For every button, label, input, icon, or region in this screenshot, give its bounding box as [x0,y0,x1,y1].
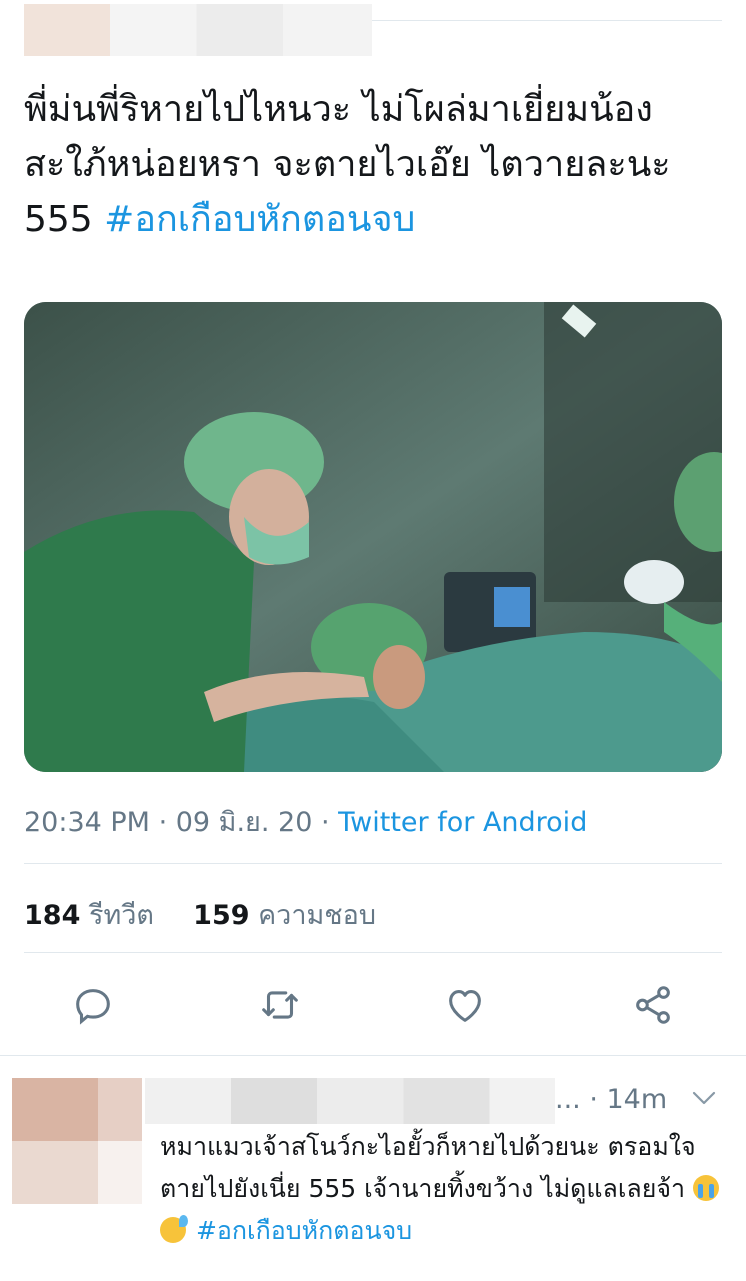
likes-count: 159 [193,900,250,931]
reply-body: หมาแมวเจ้าสโนว์กะไอยั้วก็หายไปด้วยนะ ตรอ… [160,1132,696,1203]
loudly-crying-face-icon [693,1175,719,1201]
grinning-face-with-sweat-icon [160,1215,188,1243]
retweets-count: 184 [24,900,81,931]
like-button[interactable] [442,982,488,1028]
meta-separator: · [312,807,339,838]
reply-header-meta: ... · 14m [555,1084,667,1115]
chevron-down-icon[interactable] [690,1088,718,1108]
like-icon [449,990,481,1022]
header-divider [372,20,722,21]
tweet-stats: 184 รีทวีต 159 ความชอบ [24,893,376,936]
reply-handle-ellipsis: ... [555,1084,581,1115]
share-button[interactable] [630,982,676,1028]
retweets-label: รีทวีต [88,900,154,931]
reply-redacted-avatar[interactable] [12,1078,142,1204]
tweet-meta: 20:34 PM · 09 มิ.ย. 20 · Twitter for And… [24,800,587,843]
stats-divider [24,952,722,953]
tweet-date: 09 มิ.ย. 20 [175,807,313,838]
meta-divider [24,863,722,864]
reply-hashtag-link[interactable]: #อกเกือบหักตอนจบ [196,1216,412,1245]
likes-label: ความชอบ [258,900,376,931]
photo-scene [24,302,722,772]
retweet-button[interactable] [257,982,303,1028]
retweet-icon [262,991,298,1019]
reply-tweet[interactable]: ... · 14m หมาแมวเจ้าสโนว์กะไอยั้วก็หายไป… [0,1055,746,1281]
share-icon [636,986,670,1024]
tweet-actions [0,982,746,1032]
tweet-source-link[interactable]: Twitter for Android [338,807,587,838]
reply-redacted-name[interactable] [145,1078,555,1124]
likes-stat[interactable]: 159 ความชอบ [193,900,376,931]
retweets-stat[interactable]: 184 รีทวีต [24,900,154,931]
reply-button[interactable] [70,982,116,1028]
reply-icon [76,989,110,1025]
tweet-hashtag-link[interactable]: #อกเกือบหักตอนจบ [104,199,415,240]
tweet-time: 20:34 PM [24,807,150,838]
redacted-avatar[interactable] [24,4,110,56]
tweet-photo[interactable] [24,302,722,772]
reply-time: · 14m [589,1084,668,1115]
meta-separator: · [149,807,176,838]
redacted-display-name[interactable] [110,4,372,56]
reply-text: หมาแมวเจ้าสโนว์กะไอยั้วก็หายไปด้วยนะ ตรอ… [160,1126,730,1252]
tweet-text: พี่ม่นพี่ริหายไปไหนวะ ไม่โผล่มาเยี่ยมน้อ… [24,82,724,247]
